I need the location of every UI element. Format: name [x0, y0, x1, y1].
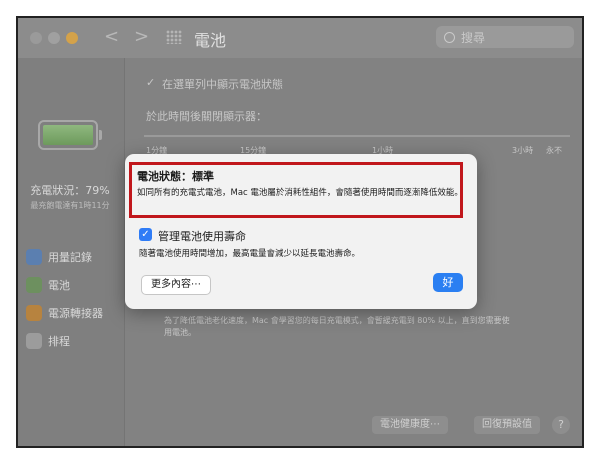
tick-label: 永不: [546, 146, 562, 155]
background-note: 為了降低電池老化速度，Mac 會學習您的每日充電模式，會暫緩充電到 80% 以上…: [164, 316, 510, 325]
dialog-title: 電池狀態：標準: [137, 170, 214, 183]
screenshot-frame: < > 電池 搜尋 充電狀況：79% 最充飽電達有1時11分 用量記錄 電池 電…: [16, 16, 584, 448]
show-status-checkbox[interactable]: ✓: [146, 76, 155, 89]
background-note-cont: 用電池。: [164, 328, 196, 337]
charge-note: 最充飽電達有1時11分: [30, 201, 110, 210]
minimize-window-button[interactable]: [48, 32, 60, 44]
sidebar-item-label: 電源轉接器: [48, 307, 103, 320]
manage-battery-longevity-label: 管理電池使用壽命: [158, 230, 246, 243]
display-off-slider[interactable]: [144, 135, 570, 137]
battery-icon: [26, 277, 42, 293]
forward-button[interactable]: >: [134, 26, 149, 47]
battery-level-icon: [38, 120, 102, 150]
show-status-label: 在選單列中顯示電池狀態: [162, 78, 283, 91]
search-icon: [444, 32, 455, 43]
schedule-icon: [26, 333, 42, 349]
sidebar-item-schedule[interactable]: 排程: [26, 332, 70, 350]
system-settings-window: < > 電池 搜尋 充電狀況：79% 最充飽電達有1時11分 用量記錄 電池 電…: [18, 18, 582, 446]
help-button[interactable]: ?: [552, 416, 570, 434]
manage-battery-longevity-description: 隨著電池使用時間增加，最高電量會減少以延長電池壽命。: [139, 249, 361, 259]
sidebar-item-label: 排程: [48, 335, 70, 348]
close-window-button[interactable]: [30, 32, 42, 44]
title-bar: < > 電池 搜尋: [18, 18, 582, 58]
power-adapter-icon: [26, 305, 42, 321]
battery-status-dialog: 電池狀態：標準 如同所有的充電式電池，Mac 電池屬於消耗性組件，會隨著使用時間…: [125, 154, 477, 309]
window-title: 電池: [194, 31, 227, 50]
ok-button[interactable]: 好: [433, 273, 463, 292]
show-all-grid-icon[interactable]: [166, 30, 182, 44]
battery-health-button[interactable]: 電池健康度⋯: [372, 416, 448, 434]
search-field[interactable]: 搜尋: [436, 26, 574, 48]
charge-status: 充電狀況：79%: [30, 184, 110, 197]
usage-history-icon: [26, 249, 42, 265]
sidebar-item-usage[interactable]: 用量記錄: [26, 248, 92, 266]
manage-battery-longevity-checkbox[interactable]: ✓: [139, 228, 152, 241]
search-placeholder: 搜尋: [461, 31, 486, 45]
dialog-description: 如同所有的充電式電池，Mac 電池屬於消耗性組件，會隨著使用時間而逐漸降低效能。: [137, 188, 463, 198]
more-info-button[interactable]: 更多內容⋯: [141, 275, 211, 295]
sidebar-item-label: 電池: [48, 279, 70, 292]
display-off-label: 於此時間後關閉顯示器：: [146, 110, 267, 123]
sidebar-item-label: 用量記錄: [48, 251, 92, 264]
back-button[interactable]: <: [104, 26, 119, 47]
sidebar: 充電狀況：79% 最充飽電達有1時11分 用量記錄 電池 電源轉接器 排程: [18, 58, 125, 446]
zoom-window-button[interactable]: [66, 32, 78, 44]
sidebar-item-battery[interactable]: 電池: [26, 276, 70, 294]
sidebar-item-power-adapter[interactable]: 電源轉接器: [26, 304, 103, 322]
tick-label: 3小時: [512, 146, 534, 155]
restore-defaults-button[interactable]: 回復預設值: [474, 416, 540, 434]
